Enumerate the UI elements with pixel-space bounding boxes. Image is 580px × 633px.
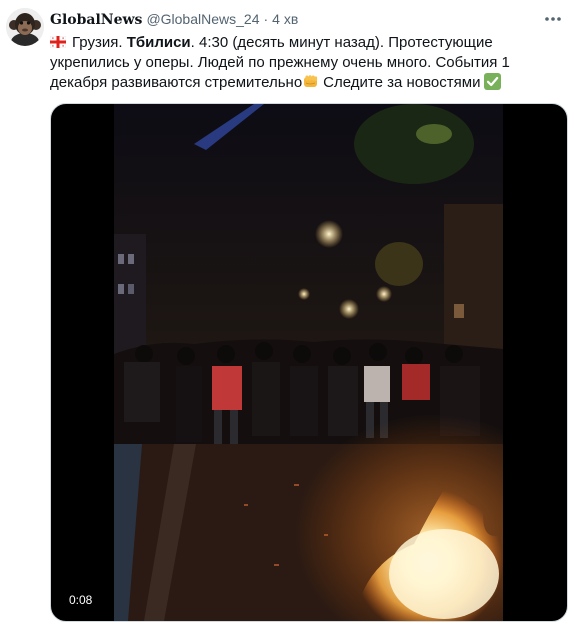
tweet[interactable]: GlobalNews @GlobalNews_24 · 4 хв Грузия.… xyxy=(0,0,580,633)
oncoming-fist-icon xyxy=(304,75,318,87)
display-name[interactable]: GlobalNews xyxy=(50,12,142,28)
avatar[interactable] xyxy=(6,8,44,46)
more-dots-icon xyxy=(545,17,561,21)
text-city: Тбилиси xyxy=(126,34,191,51)
separator-dot: · xyxy=(263,11,269,27)
timestamp[interactable]: 4 хв xyxy=(272,11,298,27)
text-line3-a: декабря развиваются стремительно xyxy=(50,74,303,91)
check-mark-icon xyxy=(484,73,502,90)
video-frame[interactable] xyxy=(114,104,503,621)
monkey-avatar-icon xyxy=(6,8,44,46)
text-line1-rest: . 4:30 (десять минут назад). Протестующи… xyxy=(190,34,493,51)
georgia-flag-icon xyxy=(50,36,66,48)
more-options-button[interactable] xyxy=(542,10,564,28)
user-handle[interactable]: @GlobalNews_24 xyxy=(146,11,259,27)
video-player[interactable]: 0:08 xyxy=(50,103,568,622)
tweet-header: GlobalNews @GlobalNews_24 · 4 хв xyxy=(50,11,564,31)
text-line3-b: Следите за новостями xyxy=(323,74,481,91)
text-line2: укрепились у оперы. Людей по прежнему оч… xyxy=(50,54,510,71)
video-duration-badge: 0:08 xyxy=(63,591,99,609)
tweet-text: Грузия. Тбилиси. 4:30 (десять минут наза… xyxy=(50,33,570,93)
text-country: Грузия. xyxy=(72,34,123,51)
video-thumbnail xyxy=(114,104,503,621)
